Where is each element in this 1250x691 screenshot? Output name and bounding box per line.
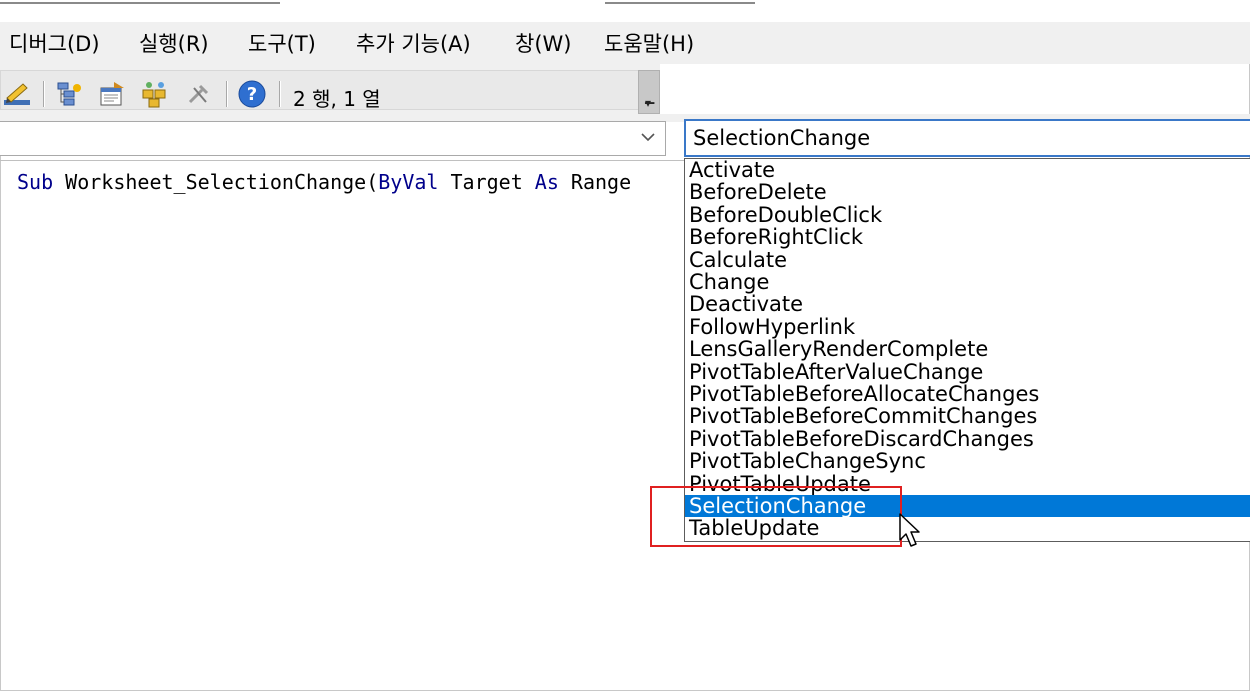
menu-tools[interactable]: 도구(T) — [248, 28, 316, 58]
procedure-dropdown-list[interactable]: Activate BeforeDelete BeforeDoubleClick Bef… — [684, 158, 1250, 542]
dropdown-option[interactable]: BeforeDelete — [685, 181, 1250, 203]
toolbox-icon[interactable] — [185, 80, 213, 108]
menu-run[interactable]: 실행(R) — [139, 28, 209, 58]
mouse-pointer-icon — [899, 513, 920, 547]
menu-bar: 디버그(D) 실행(R) 도구(T) 추가 기능(A) 창(W) 도움말(H) — [0, 22, 1250, 64]
title-bar — [0, 0, 1250, 22]
dropdown-option[interactable]: Activate — [685, 159, 1250, 181]
toolbar-options-grip[interactable]: ▁ ▾ — [638, 70, 660, 114]
code-parameter: Target — [438, 170, 535, 194]
help-icon[interactable]: ? — [238, 80, 266, 108]
toolbar-separator — [279, 81, 281, 107]
menu-add-ins[interactable]: 추가 기능(A) — [356, 28, 471, 58]
object-combo[interactable] — [0, 121, 666, 156]
dropdown-option[interactable]: PivotTableChangeSync — [685, 450, 1250, 472]
code-keyword-as: As — [534, 170, 559, 194]
dropdown-option[interactable]: FollowHyperlink — [685, 316, 1250, 338]
procedure-combo[interactable]: SelectionChange — [684, 119, 1250, 157]
code-line[interactable]: Sub Worksheet_SelectionChange(ByVal Targ… — [17, 170, 631, 194]
dropdown-option[interactable]: Deactivate — [685, 293, 1250, 315]
dropdown-option[interactable]: BeforeRightClick — [685, 226, 1250, 248]
cursor-position-label: 2 행, 1 열 — [293, 87, 381, 111]
dropdown-option[interactable]: Change — [685, 271, 1250, 293]
dropdown-option[interactable]: PivotTableBeforeAllocateChanges — [685, 383, 1250, 405]
chevron-down-icon[interactable] — [639, 128, 657, 146]
svg-text:?: ? — [247, 84, 257, 105]
procedure-combo-value: SelectionChange — [693, 126, 871, 150]
code-type: Range — [558, 170, 632, 194]
dropdown-option[interactable]: Calculate — [685, 249, 1250, 271]
dropdown-option[interactable]: PivotTableBeforeDiscardChanges — [685, 428, 1250, 450]
dropdown-option[interactable]: BeforeDoubleClick — [685, 204, 1250, 226]
standard-toolbar: ? 2 행, 1 열 — [0, 64, 660, 114]
code-keyword-byval: ByVal — [378, 170, 439, 194]
highlight-annotation — [650, 486, 902, 547]
title-bar-fragment — [0, 0, 280, 4]
code-procedure-name: Worksheet_SelectionChange( — [53, 170, 379, 194]
menu-debug[interactable]: 디버그(D) — [9, 28, 100, 58]
object-browser-icon[interactable] — [141, 80, 169, 108]
properties-window-icon[interactable] — [98, 80, 126, 108]
project-explorer-icon[interactable] — [55, 80, 83, 108]
menu-help[interactable]: 도움말(H) — [604, 28, 694, 58]
toolbar-separator — [226, 81, 228, 107]
dropdown-option[interactable]: LensGalleryRenderComplete — [685, 338, 1250, 360]
design-mode-icon[interactable] — [3, 80, 31, 108]
dropdown-option[interactable]: PivotTableBeforeCommitChanges — [685, 405, 1250, 427]
toolbar-panel: ? 2 행, 1 열 — [0, 70, 640, 111]
menu-window[interactable]: 창(W) — [515, 28, 571, 58]
dropdown-option[interactable]: PivotTableAfterValueChange — [685, 361, 1250, 383]
toolbar-separator — [43, 81, 45, 107]
code-keyword-sub: Sub — [17, 170, 54, 194]
title-bar-fragment — [605, 0, 755, 4]
